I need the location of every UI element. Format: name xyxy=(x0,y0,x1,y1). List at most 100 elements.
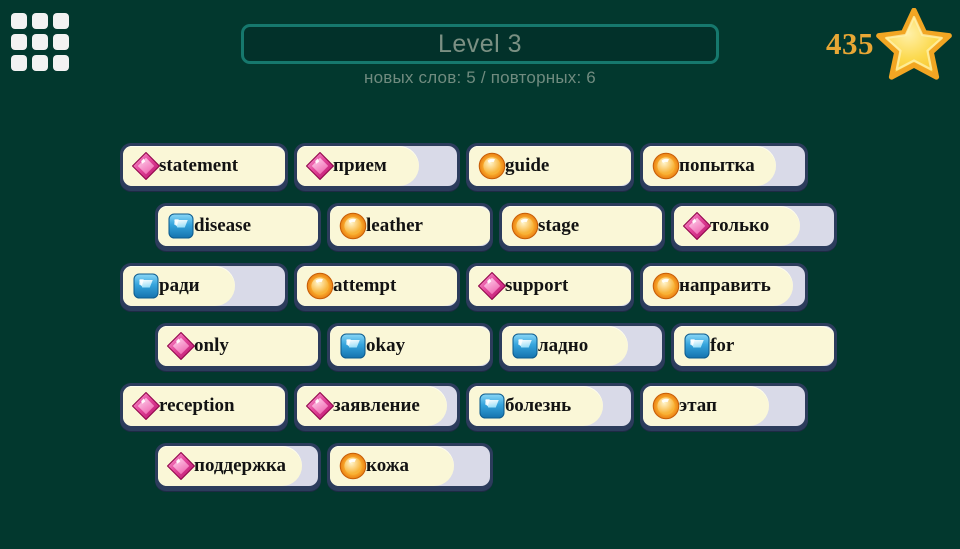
word-tile[interactable]: support xyxy=(466,263,634,311)
word-tile-content: guide xyxy=(469,146,631,186)
word-tile[interactable]: ладно xyxy=(499,323,665,371)
word-tile[interactable]: statement xyxy=(120,143,288,191)
square-blue-gem-icon xyxy=(168,213,194,239)
word-tile-label: поддержка xyxy=(194,455,287,476)
word-tile-track: leather xyxy=(330,206,490,246)
word-tile-content: statement xyxy=(123,146,285,186)
diamond-pink-gem-icon xyxy=(682,211,712,241)
coin-orange-gem-icon xyxy=(306,272,334,300)
word-tile-label: disease xyxy=(194,215,251,236)
word-tile-content: support xyxy=(469,266,631,306)
word-tile-content: болезнь xyxy=(469,386,631,426)
word-tile-content: этап xyxy=(643,386,805,426)
word-row: only okay ладно for xyxy=(0,323,960,383)
word-tile-content: заявление xyxy=(297,386,457,426)
word-tile-label: ладно xyxy=(538,335,589,356)
word-tile-track: этап xyxy=(643,386,805,426)
page-title: Level 3 xyxy=(437,29,523,58)
word-tile-label: guide xyxy=(505,155,550,176)
word-row: ради attempt support направить xyxy=(0,263,960,323)
word-tile-track: болезнь xyxy=(469,386,631,426)
word-tile[interactable]: okay xyxy=(327,323,493,371)
word-tile-track: only xyxy=(158,326,318,366)
word-tile[interactable]: for xyxy=(671,323,837,371)
word-tile-label: okay xyxy=(366,335,406,356)
word-tile-content: попытка xyxy=(643,146,805,186)
square-blue-gem-icon xyxy=(684,333,710,359)
grid-menu-cell xyxy=(53,13,69,29)
word-tile[interactable]: кожа xyxy=(327,443,493,491)
grid-menu-icon[interactable] xyxy=(11,13,69,71)
diamond-pink-gem-icon xyxy=(477,271,507,301)
word-tile-content: for xyxy=(674,326,834,366)
word-tile-content: ради xyxy=(123,266,285,306)
word-tile[interactable]: болезнь xyxy=(466,383,634,431)
coin-orange-gem-icon xyxy=(511,212,539,240)
word-tile-label: заявление xyxy=(333,395,420,416)
word-tile-label: болезнь xyxy=(505,395,572,416)
word-tile-content: disease xyxy=(158,206,318,246)
word-tile[interactable]: stage xyxy=(499,203,665,251)
word-tile[interactable]: leather xyxy=(327,203,493,251)
word-tile-label: statement xyxy=(159,155,239,176)
word-tile[interactable]: попытка xyxy=(640,143,808,191)
word-tile[interactable]: этап xyxy=(640,383,808,431)
word-tile-label: кожа xyxy=(366,455,410,476)
word-tile-content: прием xyxy=(297,146,457,186)
square-blue-gem-icon xyxy=(479,393,505,419)
word-tile[interactable]: направить xyxy=(640,263,808,311)
word-tile[interactable]: поддержка xyxy=(155,443,321,491)
word-tile[interactable]: attempt xyxy=(294,263,460,311)
word-tile[interactable]: disease xyxy=(155,203,321,251)
diamond-pink-gem-icon xyxy=(166,451,196,481)
coin-orange-gem-icon xyxy=(339,452,367,480)
word-tile-track: stage xyxy=(502,206,662,246)
word-tile-label: только xyxy=(710,215,770,236)
word-tile-label: направить xyxy=(679,275,771,296)
word-tile-track: okay xyxy=(330,326,490,366)
word-row: disease leather stage только xyxy=(0,203,960,263)
word-row: statement прием guide попытка xyxy=(0,143,960,203)
word-tile-track: только xyxy=(674,206,834,246)
word-tile-content: только xyxy=(674,206,834,246)
score-display: 435 xyxy=(826,8,952,80)
word-tile-track: заявление xyxy=(297,386,457,426)
word-tile-track: ладно xyxy=(502,326,662,366)
diamond-pink-gem-icon xyxy=(305,391,335,421)
word-tile[interactable]: guide xyxy=(466,143,634,191)
word-tile[interactable]: заявление xyxy=(294,383,460,431)
square-blue-gem-icon xyxy=(340,333,366,359)
score-value: 435 xyxy=(826,26,874,61)
word-tile-label: этап xyxy=(679,395,717,416)
coin-orange-gem-icon xyxy=(652,272,680,300)
square-blue-gem-icon xyxy=(512,333,538,359)
word-tile-label: for xyxy=(710,335,735,356)
word-tile[interactable]: reception xyxy=(120,383,288,431)
word-tile-track: поддержка xyxy=(158,446,318,486)
word-tile-label: ради xyxy=(159,275,200,296)
word-tile-content: поддержка xyxy=(158,446,318,486)
word-tile-track: attempt xyxy=(297,266,457,306)
word-tile[interactable]: прием xyxy=(294,143,460,191)
word-tile-label: попытка xyxy=(679,155,755,176)
word-row: поддержка кожа xyxy=(0,443,960,503)
word-tile-content: направить xyxy=(643,266,805,306)
word-tile-content: ладно xyxy=(502,326,662,366)
word-tile-label: прием xyxy=(333,155,387,176)
word-tile-track: прием xyxy=(297,146,457,186)
word-tile-track: reception xyxy=(123,386,285,426)
word-tile-label: only xyxy=(194,335,229,356)
word-tile-label: reception xyxy=(159,395,235,416)
word-tile-content: leather xyxy=(330,206,490,246)
word-tile[interactable]: только xyxy=(671,203,837,251)
diamond-pink-gem-icon xyxy=(166,331,196,361)
word-tile-content: кожа xyxy=(330,446,490,486)
word-tile[interactable]: ради xyxy=(120,263,288,311)
grid-menu-cell xyxy=(11,13,27,29)
word-tile-label: leather xyxy=(366,215,423,236)
grid-menu-cell xyxy=(53,34,69,50)
word-tile-track: попытка xyxy=(643,146,805,186)
diamond-pink-gem-icon xyxy=(305,151,335,181)
word-tile[interactable]: only xyxy=(155,323,321,371)
grid-menu-cell xyxy=(11,34,27,50)
